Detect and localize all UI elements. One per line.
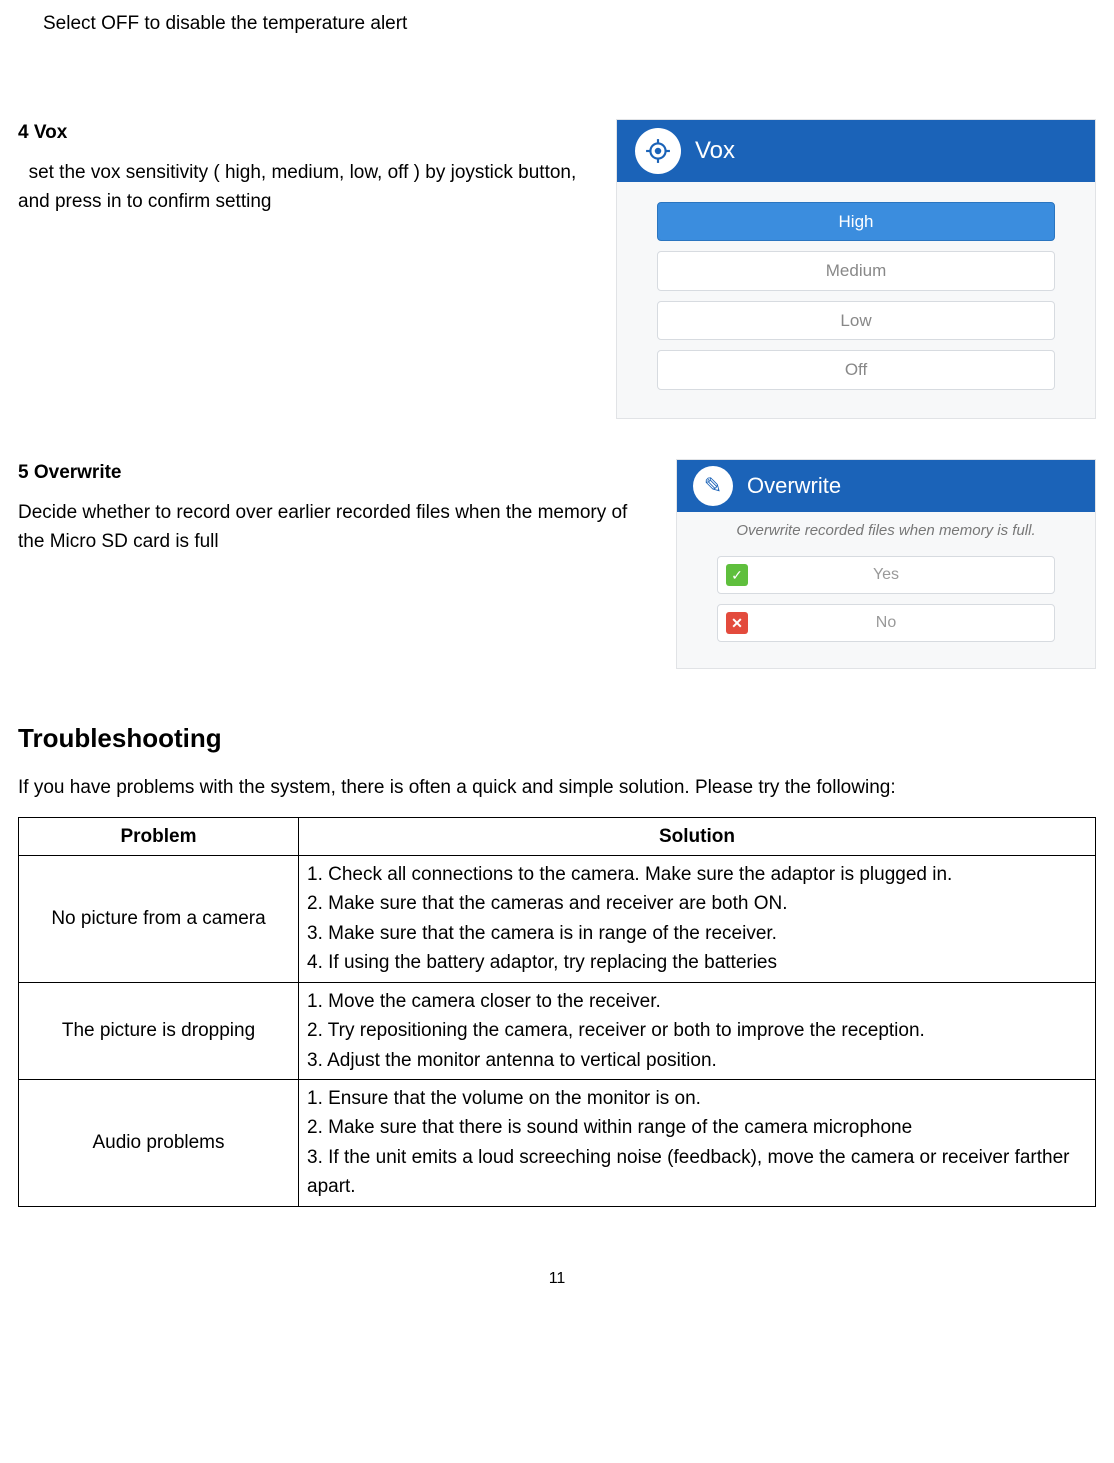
solution-cell: 1. Check all connections to the camera. …: [299, 855, 1096, 982]
overwrite-yes-button[interactable]: ✓ Yes: [717, 556, 1055, 594]
solution-cell: 1. Move the camera closer to the receive…: [299, 982, 1096, 1079]
col-problem: Problem: [19, 817, 299, 855]
page-number: 11: [18, 1267, 1096, 1291]
problem-cell: The picture is dropping: [19, 982, 299, 1079]
troubleshooting-heading: Troubleshooting: [18, 719, 1096, 758]
vox-option-high[interactable]: High: [657, 202, 1055, 242]
overwrite-panel-title: Overwrite: [747, 469, 841, 502]
pencil-icon: ✎: [693, 466, 733, 506]
vox-option-off[interactable]: Off: [657, 350, 1055, 390]
overwrite-no-label: No: [876, 611, 896, 635]
overwrite-yes-label: Yes: [873, 563, 899, 587]
target-icon: [635, 128, 681, 174]
vox-panel-title: Vox: [695, 133, 735, 169]
table-row: No picture from a camera 1. Check all co…: [19, 855, 1096, 982]
overwrite-heading: 5 Overwrite: [18, 459, 656, 488]
table-row: The picture is dropping 1. Move the came…: [19, 982, 1096, 1079]
overwrite-section: 5 Overwrite Decide whether to record ove…: [18, 459, 1096, 670]
troubleshooting-table: Problem Solution No picture from a camer…: [18, 817, 1096, 1207]
intro-text: Select OFF to disable the temperature al…: [43, 10, 1096, 39]
cross-icon: ✕: [726, 612, 748, 634]
overwrite-panel-header: ✎ Overwrite: [677, 460, 1095, 512]
solution-cell: 1. Ensure that the volume on the monitor…: [299, 1080, 1096, 1207]
vox-description: set the vox sensitivity ( high, medium, …: [18, 159, 596, 216]
vox-option-medium[interactable]: Medium: [657, 251, 1055, 291]
overwrite-no-button[interactable]: ✕ No: [717, 604, 1055, 642]
table-row: Audio problems 1. Ensure that the volume…: [19, 1080, 1096, 1207]
col-solution: Solution: [299, 817, 1096, 855]
problem-cell: No picture from a camera: [19, 855, 299, 982]
troubleshooting-intro: If you have problems with the system, th…: [18, 774, 1096, 803]
vox-heading: 4 Vox: [18, 119, 596, 148]
vox-section: 4 Vox set the vox sensitivity ( high, me…: [18, 119, 1096, 419]
problem-cell: Audio problems: [19, 1080, 299, 1207]
check-icon: ✓: [726, 564, 748, 586]
overwrite-panel-subtitle: Overwrite recorded files when memory is …: [677, 512, 1095, 547]
vox-panel: Vox High Medium Low Off: [616, 119, 1096, 419]
vox-panel-header: Vox: [617, 120, 1095, 182]
overwrite-description: Decide whether to record over earlier re…: [18, 499, 656, 556]
vox-option-low[interactable]: Low: [657, 301, 1055, 341]
overwrite-panel: ✎ Overwrite Overwrite recorded files whe…: [676, 459, 1096, 670]
